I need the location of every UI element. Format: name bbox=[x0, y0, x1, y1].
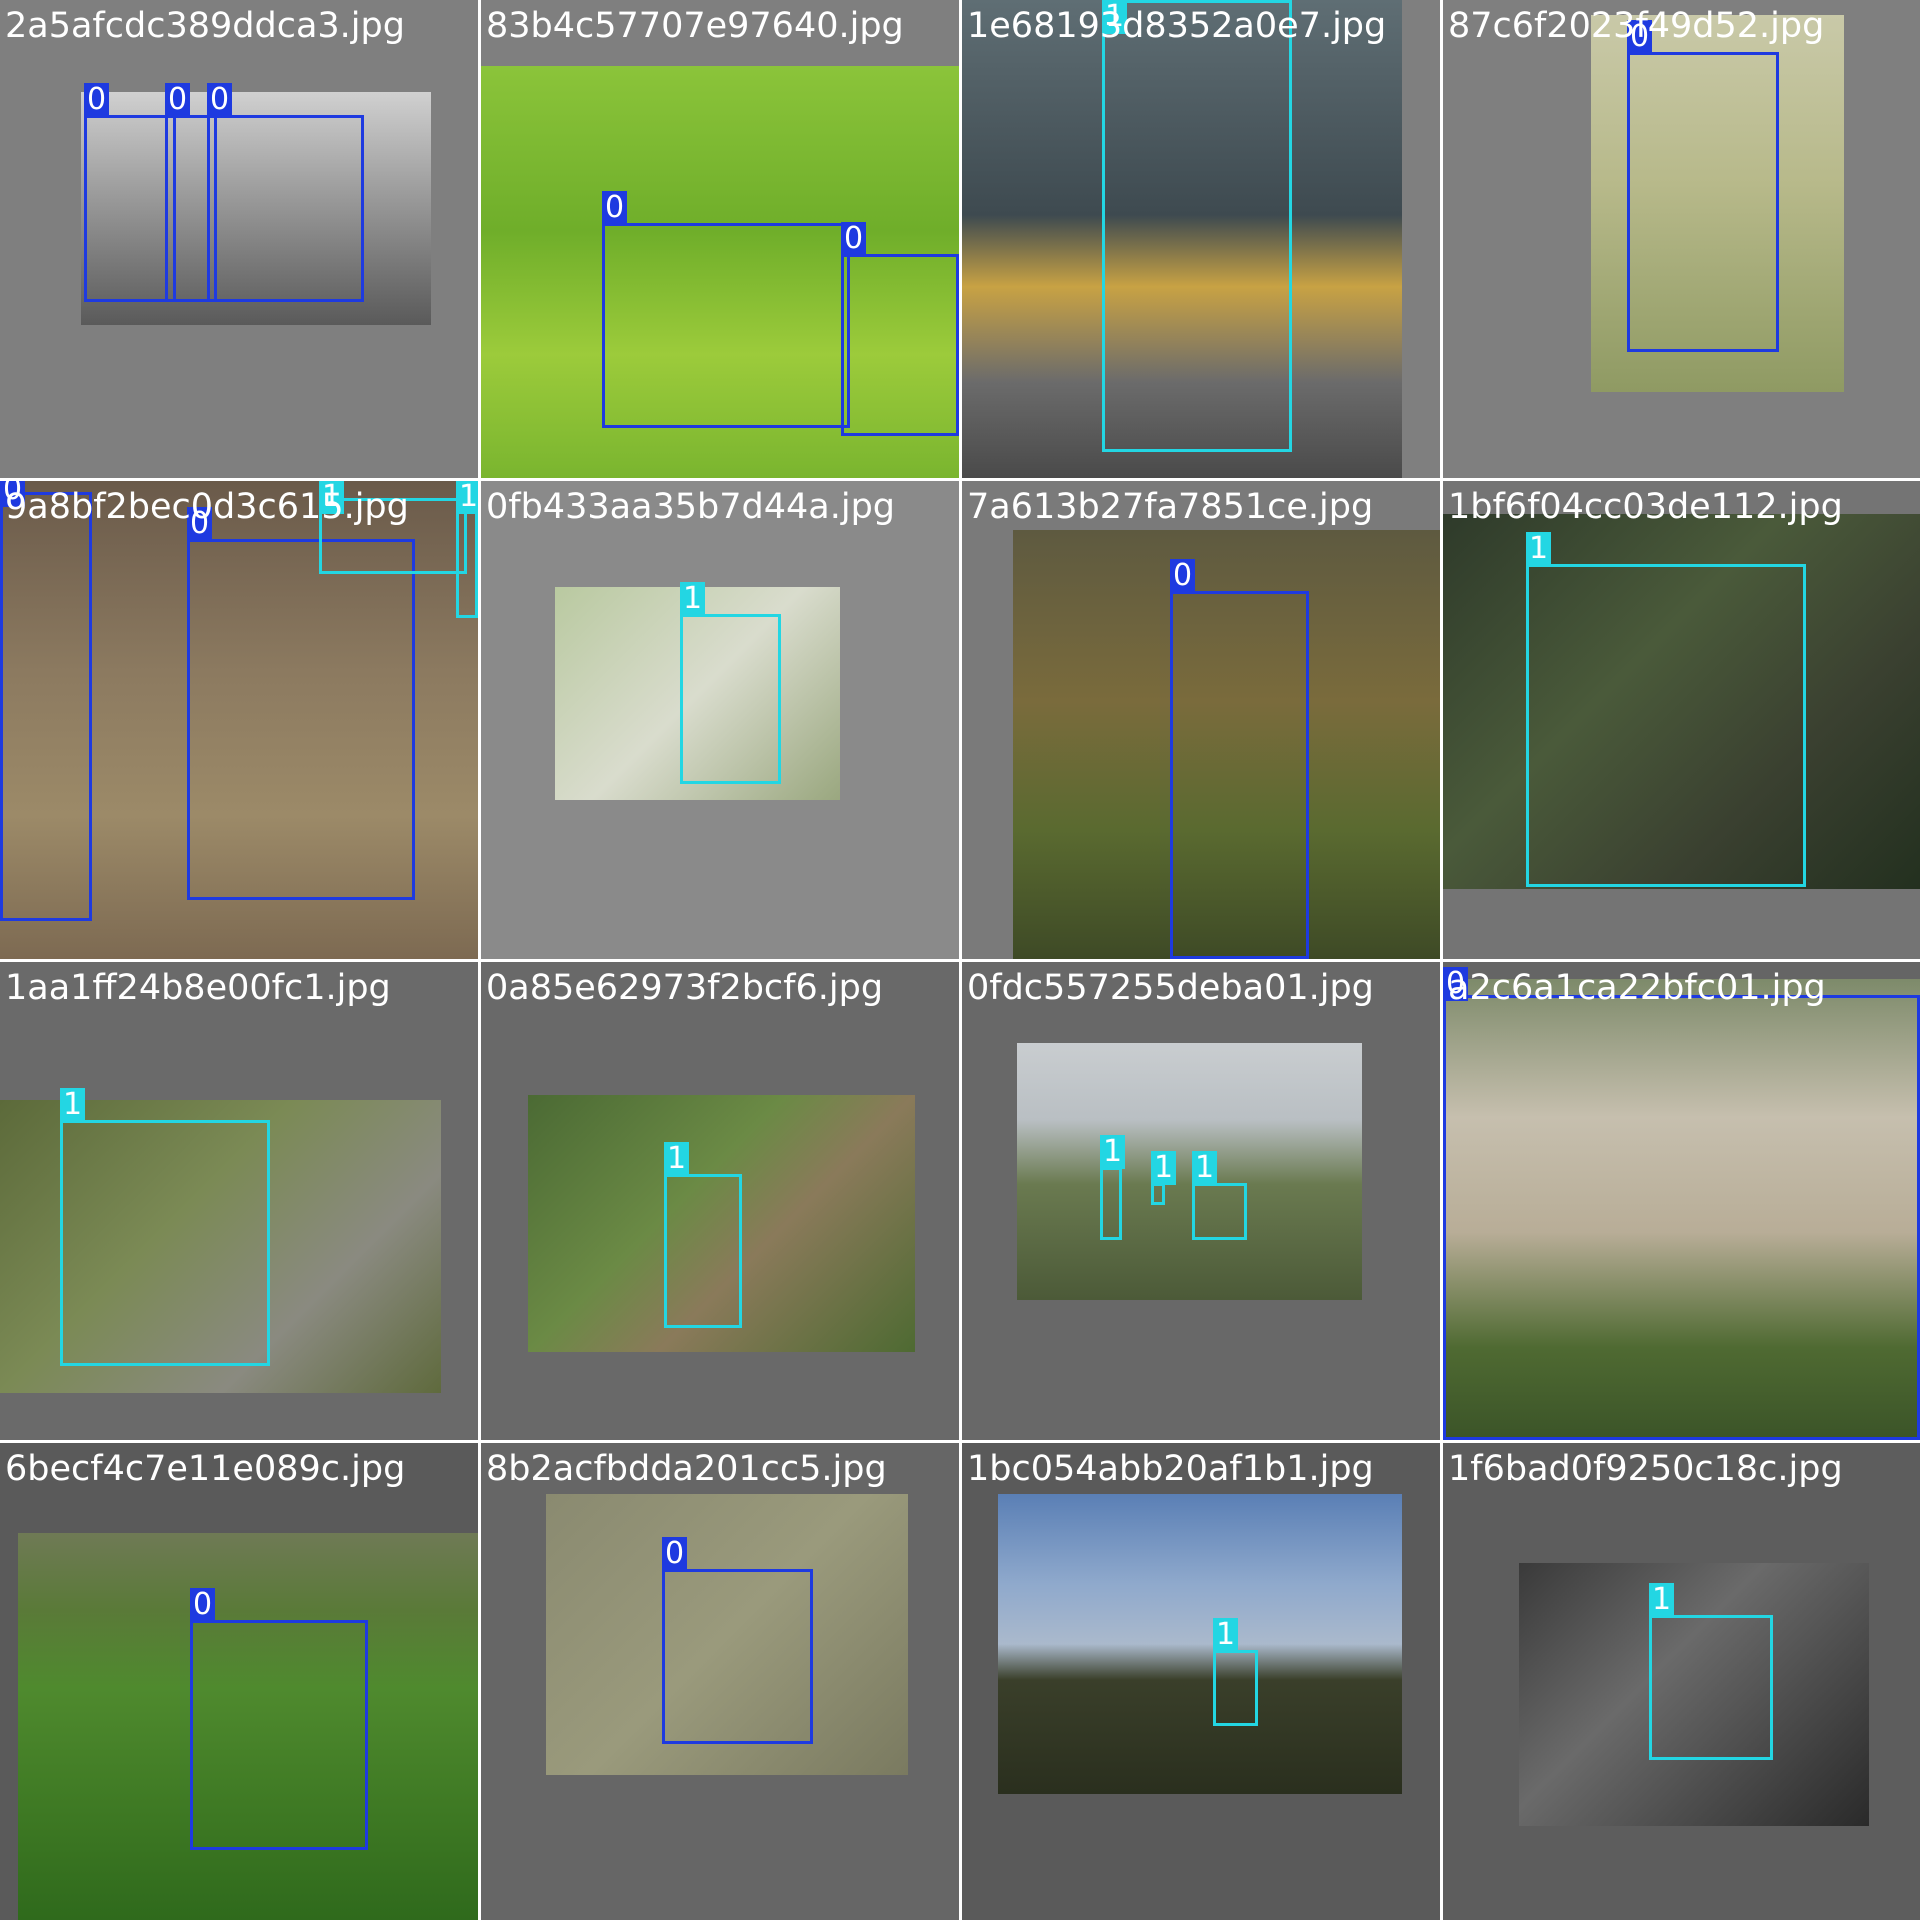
detection-box[interactable]: 0 bbox=[0, 481, 92, 921]
detection-box[interactable]: 0 bbox=[207, 83, 364, 302]
detection-box[interactable]: 0 bbox=[662, 1537, 813, 1744]
class-label: 0 bbox=[84, 83, 109, 117]
tile[interactable]: 0fdc557255deba01.jpg 1 1 1 bbox=[962, 962, 1440, 1440]
tile[interactable]: 1aa1ff24b8e00fc1.jpg 1 bbox=[0, 962, 478, 1440]
detection-box[interactable]: 1 bbox=[456, 481, 478, 618]
detection-box[interactable]: 0 bbox=[190, 1588, 368, 1850]
class-label: 0 bbox=[602, 191, 627, 225]
detection-box[interactable]: 1 bbox=[1526, 532, 1806, 887]
class-label: 1 bbox=[1100, 1135, 1125, 1169]
image-filename: 9a8bf2bec0d3c615.jpg bbox=[5, 487, 409, 527]
tile[interactable]: a2c6a1ca22bfc01.jpg 0 bbox=[1443, 962, 1920, 1440]
detection-box[interactable]: 1 bbox=[664, 1142, 742, 1328]
tile[interactable]: 83b4c57707e97640.jpg 0 0 bbox=[481, 0, 959, 478]
class-label: 0 bbox=[841, 222, 866, 256]
detection-box[interactable]: 1 bbox=[1100, 1135, 1125, 1240]
image-filename: 83b4c57707e97640.jpg bbox=[486, 6, 904, 46]
image-filename: a2c6a1ca22bfc01.jpg bbox=[1448, 968, 1826, 1008]
detection-box[interactable]: 1 bbox=[680, 582, 781, 784]
image-filename: 7a613b27fa7851ce.jpg bbox=[967, 487, 1374, 527]
image-filename: 6becf4c7e11e089c.jpg bbox=[5, 1449, 406, 1489]
photo bbox=[1017, 1043, 1362, 1300]
class-label: 0 bbox=[190, 1588, 215, 1622]
tile[interactable]: 2a5afcdc389ddca3.jpg 0 0 0 bbox=[0, 0, 478, 478]
detection-box[interactable]: 0 bbox=[1170, 559, 1309, 959]
tile[interactable]: 87c6f2023f49d52.jpg 0 bbox=[1443, 0, 1920, 478]
detection-box[interactable]: 1 bbox=[60, 1088, 270, 1366]
class-label: 1 bbox=[1649, 1583, 1674, 1617]
tile[interactable]: 9a8bf2bec0d3c615.jpg 0 0 1 1 bbox=[0, 481, 478, 959]
detection-box[interactable]: 1 bbox=[1213, 1618, 1258, 1726]
class-label: 1 bbox=[664, 1142, 689, 1176]
detection-mosaic: 2a5afcdc389ddca3.jpg 0 0 0 83b4c57707e97… bbox=[0, 0, 1920, 1920]
class-label: 0 bbox=[165, 83, 190, 117]
detection-box[interactable]: 0 bbox=[841, 222, 959, 436]
tile[interactable]: 1bf6f04cc03de112.jpg 1 bbox=[1443, 481, 1920, 959]
class-label: 1 bbox=[456, 481, 478, 514]
tile[interactable]: 6becf4c7e11e089c.jpg 0 bbox=[0, 1443, 478, 1920]
photo bbox=[998, 1494, 1402, 1794]
tile[interactable]: 8b2acfbdda201cc5.jpg 0 bbox=[481, 1443, 959, 1920]
detection-box[interactable]: 0 bbox=[84, 83, 176, 302]
class-label: 1 bbox=[1151, 1151, 1176, 1185]
image-filename: 8b2acfbdda201cc5.jpg bbox=[486, 1449, 887, 1489]
detection-box[interactable]: 0 bbox=[1627, 20, 1779, 352]
tile[interactable]: 7a613b27fa7851ce.jpg 0 bbox=[962, 481, 1440, 959]
image-filename: 0a85e62973f2bcf6.jpg bbox=[486, 968, 884, 1008]
image-filename: 2a5afcdc389ddca3.jpg bbox=[5, 6, 405, 46]
image-filename: 0fdc557255deba01.jpg bbox=[967, 968, 1374, 1008]
detection-box[interactable]: 1 bbox=[1649, 1583, 1773, 1760]
class-label: 1 bbox=[1526, 532, 1551, 566]
detection-box[interactable]: 1 bbox=[1102, 0, 1292, 452]
image-filename: 0fb433aa35b7d44a.jpg bbox=[486, 487, 896, 527]
tile[interactable]: 1e68193d8352a0e7.jpg 1 bbox=[962, 0, 1440, 478]
class-label: 1 bbox=[60, 1088, 85, 1122]
class-label: 0 bbox=[662, 1537, 687, 1571]
detection-box[interactable]: 0 bbox=[187, 507, 415, 900]
class-label: 0 bbox=[207, 83, 232, 117]
image-filename: 1aa1ff24b8e00fc1.jpg bbox=[5, 968, 391, 1008]
class-label: 1 bbox=[1213, 1618, 1238, 1652]
image-filename: 1bf6f04cc03de112.jpg bbox=[1448, 487, 1843, 527]
image-filename: 87c6f2023f49d52.jpg bbox=[1448, 6, 1825, 46]
class-label: 0 bbox=[1170, 559, 1195, 593]
class-label: 1 bbox=[1192, 1151, 1217, 1185]
image-filename: 1f6bad0f9250c18c.jpg bbox=[1448, 1449, 1843, 1489]
tile[interactable]: 1bc054abb20af1b1.jpg 1 bbox=[962, 1443, 1440, 1920]
image-filename: 1e68193d8352a0e7.jpg bbox=[967, 6, 1387, 46]
detection-box[interactable]: 1 bbox=[1192, 1151, 1247, 1240]
class-label: 1 bbox=[680, 582, 705, 616]
detection-box[interactable]: 0 bbox=[602, 191, 850, 428]
image-filename: 1bc054abb20af1b1.jpg bbox=[967, 1449, 1374, 1489]
tile[interactable]: 1f6bad0f9250c18c.jpg 1 bbox=[1443, 1443, 1920, 1920]
detection-box[interactable]: 1 bbox=[1151, 1151, 1176, 1205]
detection-box[interactable]: 0 bbox=[1443, 967, 1920, 1440]
tile[interactable]: 0a85e62973f2bcf6.jpg 1 bbox=[481, 962, 959, 1440]
tile[interactable]: 0fb433aa35b7d44a.jpg 1 bbox=[481, 481, 959, 959]
